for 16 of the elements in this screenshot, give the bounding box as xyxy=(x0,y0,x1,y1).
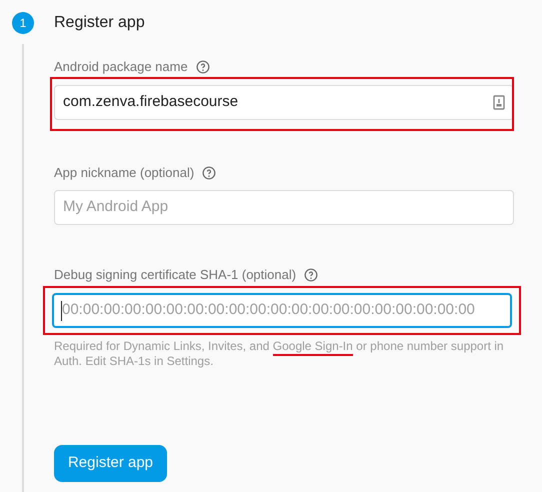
register-app-button[interactable]: Register app xyxy=(54,445,167,482)
text-field[interactable]: 00:00:00:00:00:00:00:00:00:00:00:00:00:00:00:00:00:00:00:00 xyxy=(52,293,512,328)
text-cursor xyxy=(61,300,62,320)
step-number: 1 xyxy=(12,12,34,34)
help-icon[interactable] xyxy=(304,268,318,282)
text-field[interactable]: My Android App xyxy=(54,190,514,225)
helper-text: Required for Dynamic Links, Invites, and Google Sign-In or phone number support in Auth. Edit SHA-1s in Settings. xyxy=(54,339,505,369)
contact-card-icon[interactable] xyxy=(493,95,505,110)
google-sign-in-link[interactable]: Google Sign-In xyxy=(272,339,353,356)
field-label: Android package name xyxy=(54,58,188,76)
field-label: App nickname (optional) xyxy=(54,164,194,182)
field-label: Debug signing certificate SHA-1 (optional) xyxy=(54,266,296,284)
help-icon[interactable] xyxy=(202,166,216,180)
step-title: Register app xyxy=(54,13,146,33)
help-icon[interactable] xyxy=(196,60,210,74)
text-field[interactable]: com.zenva.firebasecourse xyxy=(54,85,512,120)
